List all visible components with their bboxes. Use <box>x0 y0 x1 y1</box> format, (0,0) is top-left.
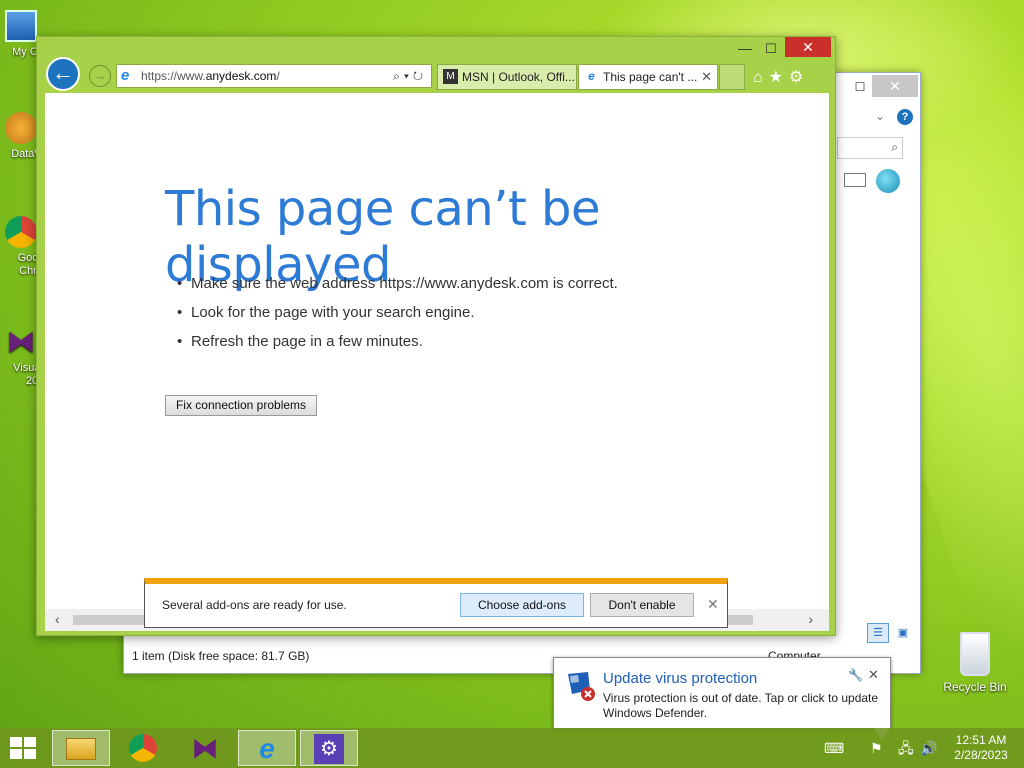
address-tools: ⌕▾↻ <box>393 65 427 87</box>
dropdown-icon[interactable]: ▾ <box>404 69 413 83</box>
volume-icon[interactable]: 🔊 <box>920 728 937 768</box>
favorites-star-icon[interactable]: ★ <box>769 69 789 86</box>
list-item: Make sure the web address https://www.an… <box>177 275 618 292</box>
network-icon[interactable]: 🖧 <box>898 728 914 768</box>
list-item: Look for the page with your search engin… <box>177 304 618 321</box>
desktop-icon-recycle-bin[interactable]: Recycle Bin <box>940 632 1010 694</box>
large-icons-view-button[interactable]: ▣ <box>892 623 914 643</box>
taskbar-settings[interactable]: ⚙ <box>300 730 358 766</box>
ie-icon: e <box>588 69 595 83</box>
scroll-left-icon[interactable]: ‹ <box>55 611 60 627</box>
close-icon[interactable]: ✕ <box>707 596 719 613</box>
visual-studio-icon: ⧓ <box>192 733 218 763</box>
chrome-icon <box>129 734 157 762</box>
close-icon[interactable]: ✕ <box>868 667 879 683</box>
tab-msn[interactable]: M MSN | Outlook, Offi... <box>437 64 577 90</box>
explorer-search-input[interactable]: ⌕ <box>837 137 903 159</box>
taskbar-clock[interactable]: 12:51 AM 2/28/2023 <box>944 733 1018 763</box>
defender-notification-balloon[interactable]: Update virus protection Virus protection… <box>553 657 891 740</box>
explorer-ribbon: ⌄ ? <box>837 105 921 129</box>
taskbar: ⧓ e ⚙ ⌨ ⚑ 🖧 🔊 12:51 AM 2/28/2023 <box>0 728 1024 768</box>
tab-error-page[interactable]: e This page can't ... ✕ <box>578 64 718 90</box>
details-view-button[interactable]: ☰ <box>867 623 889 643</box>
list-item: Refresh the page in a few minutes. <box>177 333 618 350</box>
notification-title: Update virus protection <box>603 670 758 687</box>
explorer-status-text: 1 item (Disk free space: 81.7 GB) <box>132 649 310 663</box>
address-suffix: / <box>276 69 280 83</box>
address-domain: anydesk.com <box>205 69 277 83</box>
search-icon: ⌕ <box>891 140 898 154</box>
ie-window[interactable]: — ☐ ✕ ← → e https://www.anydesk.com/ ⌕▾↻… <box>36 36 836 636</box>
address-prefix: https://www. <box>141 69 206 83</box>
addons-message: Several add-ons are ready for use. <box>162 598 347 612</box>
notification-text: Virus protection is out of date. Tap or … <box>603 691 879 720</box>
clock-time: 12:51 AM <box>955 733 1007 747</box>
explorer-close-button[interactable]: ✕ <box>872 75 918 97</box>
tab-title: This page can't ... <box>603 70 698 84</box>
ie-icon: e <box>121 67 130 84</box>
back-button[interactable]: ← <box>46 57 80 91</box>
gear-icon[interactable]: ⚙ <box>789 69 809 86</box>
dont-enable-button[interactable]: Don't enable <box>590 593 694 617</box>
taskbar-visual-studio[interactable]: ⧓ <box>176 730 234 766</box>
start-button[interactable] <box>10 737 38 761</box>
scroll-right-icon[interactable]: › <box>808 611 813 627</box>
maximize-button[interactable]: ☐ <box>759 39 783 59</box>
settings-icon: ⚙ <box>314 734 344 764</box>
file-explorer-icon <box>66 738 96 760</box>
windows-logo-pane <box>10 749 22 759</box>
help-icon[interactable]: ? <box>897 109 913 125</box>
recycle-bin-icon <box>960 632 990 676</box>
chevron-down-icon[interactable]: ⌄ <box>875 109 885 123</box>
desktop-icon-label: Recycle Bin <box>943 680 1007 694</box>
taskbar-internet-explorer[interactable]: e <box>238 730 296 766</box>
fix-connection-problems-button[interactable]: Fix connection problems <box>165 395 317 416</box>
windows-logo-pane <box>24 749 36 759</box>
touch-keyboard-icon[interactable]: ⌨ <box>824 728 844 768</box>
explorer-maximize-button[interactable]: ☐ <box>848 77 872 97</box>
address-bar[interactable]: e https://www.anydesk.com/ ⌕▾↻ <box>116 64 432 88</box>
internet-explorer-icon: e <box>259 733 275 764</box>
wrench-icon[interactable]: 🔧 <box>848 668 863 682</box>
page-content: This page can’t be displayed Make sure t… <box>45 93 829 631</box>
tab-title: MSN | Outlook, Offi... <box>462 70 575 84</box>
search-icon[interactable]: ⌕ <box>393 69 404 83</box>
browser-toolbar-icons: ⌂★⚙ <box>753 67 809 87</box>
new-tab-button[interactable] <box>719 64 745 90</box>
forward-button[interactable]: → <box>89 65 111 87</box>
chrome-icon <box>5 216 37 248</box>
visual-studio-icon: ⧓ <box>7 326 35 357</box>
error-tips-list: Make sure the web address https://www.an… <box>177 275 618 362</box>
refresh-icon[interactable]: ↻ <box>413 69 427 83</box>
minimize-button[interactable]: — <box>733 39 757 59</box>
close-button[interactable]: ✕ <box>785 37 831 57</box>
clock-date: 2/28/2023 <box>954 748 1008 762</box>
explorer-preview-icons <box>842 169 902 199</box>
choose-addons-button[interactable]: Choose add-ons <box>460 593 584 617</box>
windows-logo-pane <box>24 737 36 747</box>
defender-flag-icon <box>568 672 595 701</box>
taskbar-file-explorer[interactable] <box>52 730 110 766</box>
close-tab-icon[interactable]: ✕ <box>701 65 712 89</box>
computer-icon <box>5 10 37 42</box>
network-globe-icon <box>876 169 900 193</box>
taskbar-chrome[interactable] <box>114 730 172 766</box>
windows-logo-pane <box>10 737 22 747</box>
dataw-icon <box>5 112 37 144</box>
msn-icon: M <box>443 69 458 84</box>
keyboard-device-icon <box>844 173 866 187</box>
action-center-flag-icon[interactable]: ⚑ <box>870 728 883 768</box>
home-icon[interactable]: ⌂ <box>753 69 769 86</box>
addons-notification-bar: Several add-ons are ready for use. Choos… <box>144 578 728 628</box>
